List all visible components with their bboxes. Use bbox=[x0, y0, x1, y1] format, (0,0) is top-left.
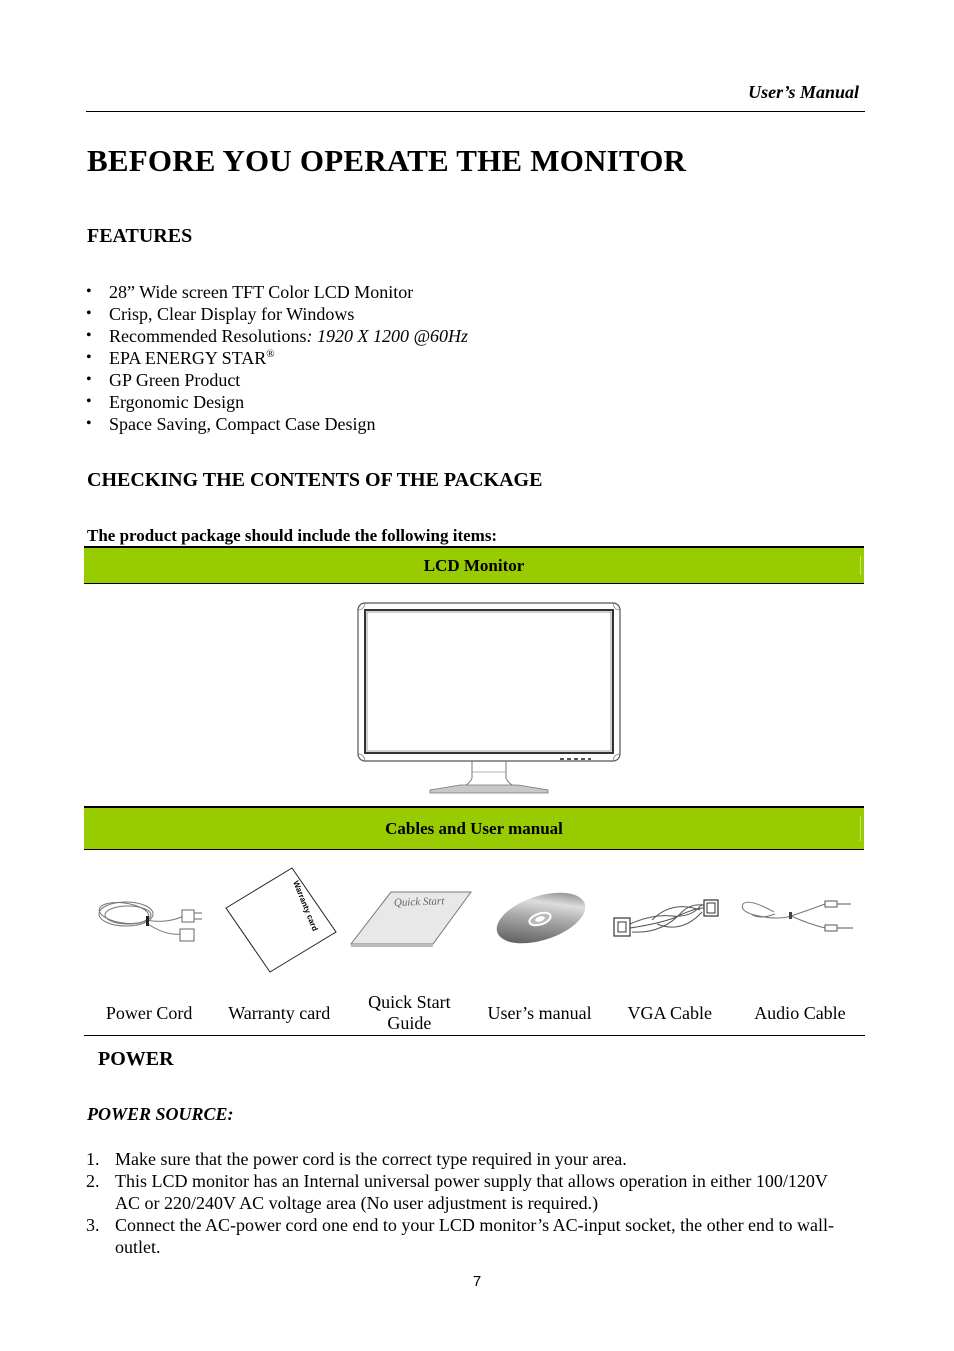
item-label-warranty-card: Warranty card bbox=[228, 1002, 331, 1023]
step-number: 2. bbox=[86, 1171, 100, 1191]
feature-text: 28” Wide screen TFT Color LCD Monitor bbox=[109, 282, 414, 302]
table-bottom-rule bbox=[84, 1035, 865, 1036]
lcd-monitor-image bbox=[357, 602, 621, 794]
feature-text: Recommended Resolutions bbox=[109, 326, 307, 346]
step-text: Make sure that the power cord is the cor… bbox=[115, 1149, 627, 1169]
page-number: 7 bbox=[472, 1273, 482, 1290]
resolution-value: : 1920 X 1200 @60Hz bbox=[306, 326, 469, 346]
label-line: Guide bbox=[387, 1013, 432, 1033]
package-heading: CHECKING THE CONTENTS OF THE PACKAGE bbox=[87, 469, 543, 491]
quick-start-guide-icon: Quick Start bbox=[349, 891, 472, 947]
step-text: Connect the AC-power cord one end to you… bbox=[115, 1215, 835, 1257]
band-label: LCD Monitor bbox=[423, 555, 525, 575]
feature-item: Ergonomic Design bbox=[86, 391, 468, 413]
cd-disc-icon bbox=[496, 892, 586, 944]
step-number: 3. bbox=[86, 1215, 100, 1235]
power-step: 1. Make sure that the power cord is the c… bbox=[86, 1148, 856, 1170]
item-label-users-manual: User’s manual bbox=[487, 1002, 592, 1023]
vga-cable-icon bbox=[613, 899, 719, 937]
item-label-quick-start-guide: Quick Start Guide bbox=[344, 990, 474, 1036]
lcd-monitor-band: LCD Monitor bbox=[84, 546, 864, 584]
package-items-labels: Power Cord Warranty card Quick Start Gui… bbox=[84, 990, 865, 1036]
feature-item: Space Saving, Compact Case Design bbox=[86, 413, 468, 435]
package-items-images: Warranty card Quick Start bbox=[84, 858, 865, 986]
audio-cable-icon bbox=[741, 900, 853, 932]
running-header: User’s Manual bbox=[748, 82, 859, 102]
header-rule bbox=[86, 111, 865, 112]
warranty-card-icon: Warranty card bbox=[225, 867, 337, 973]
item-label-power-cord: Power Cord bbox=[105, 1002, 193, 1023]
label-line: Quick Start bbox=[368, 992, 451, 1012]
step-number: 1. bbox=[86, 1149, 100, 1169]
registered-mark: ® bbox=[266, 348, 275, 360]
feature-item: Crisp, Clear Display for Windows bbox=[86, 303, 468, 325]
step-text: This LCD monitor has an Internal univers… bbox=[115, 1171, 828, 1213]
page-title: BEFORE YOU OPERATE THE MONITOR bbox=[87, 143, 687, 178]
power-cord-icon bbox=[98, 901, 202, 942]
power-source-subheading: POWER SOURCE: bbox=[87, 1104, 234, 1124]
feature-item: Recommended Resolutions: 1920 X 1200 @60… bbox=[86, 325, 468, 347]
power-step: 3. Connect the AC-power cord one end to y… bbox=[86, 1214, 856, 1258]
feature-item: 28” Wide screen TFT Color LCD Monitor bbox=[86, 281, 468, 303]
item-label-vga-cable: VGA Cable bbox=[627, 1002, 713, 1023]
features-list: 28” Wide screen TFT Color LCD Monitor Cr… bbox=[86, 281, 468, 435]
package-intro: The product package should include the f… bbox=[87, 526, 498, 545]
quick-start-cover-text: Quick Start bbox=[394, 895, 446, 909]
power-heading: POWER bbox=[98, 1048, 174, 1070]
feature-item: EPA ENERGY STAR® bbox=[86, 347, 468, 369]
feature-item: GP Green Product bbox=[86, 369, 468, 391]
power-steps-list: 1. Make sure that the power cord is the c… bbox=[86, 1148, 856, 1258]
power-step: 2. This LCD monitor has an Internal unive… bbox=[86, 1170, 856, 1214]
band-label: Cables and User manual bbox=[385, 818, 563, 838]
cables-band: Cables and User manual bbox=[84, 806, 864, 850]
item-label-audio-cable: Audio Cable bbox=[754, 1002, 846, 1023]
feature-text: Ergonomic Design bbox=[109, 392, 245, 412]
feature-text: Crisp, Clear Display for Windows bbox=[109, 304, 355, 324]
features-heading: FEATURES bbox=[87, 225, 193, 247]
feature-text: Space Saving, Compact Case Design bbox=[109, 414, 376, 434]
feature-text: GP Green Product bbox=[109, 370, 241, 390]
feature-text: EPA ENERGY STAR bbox=[109, 348, 267, 368]
